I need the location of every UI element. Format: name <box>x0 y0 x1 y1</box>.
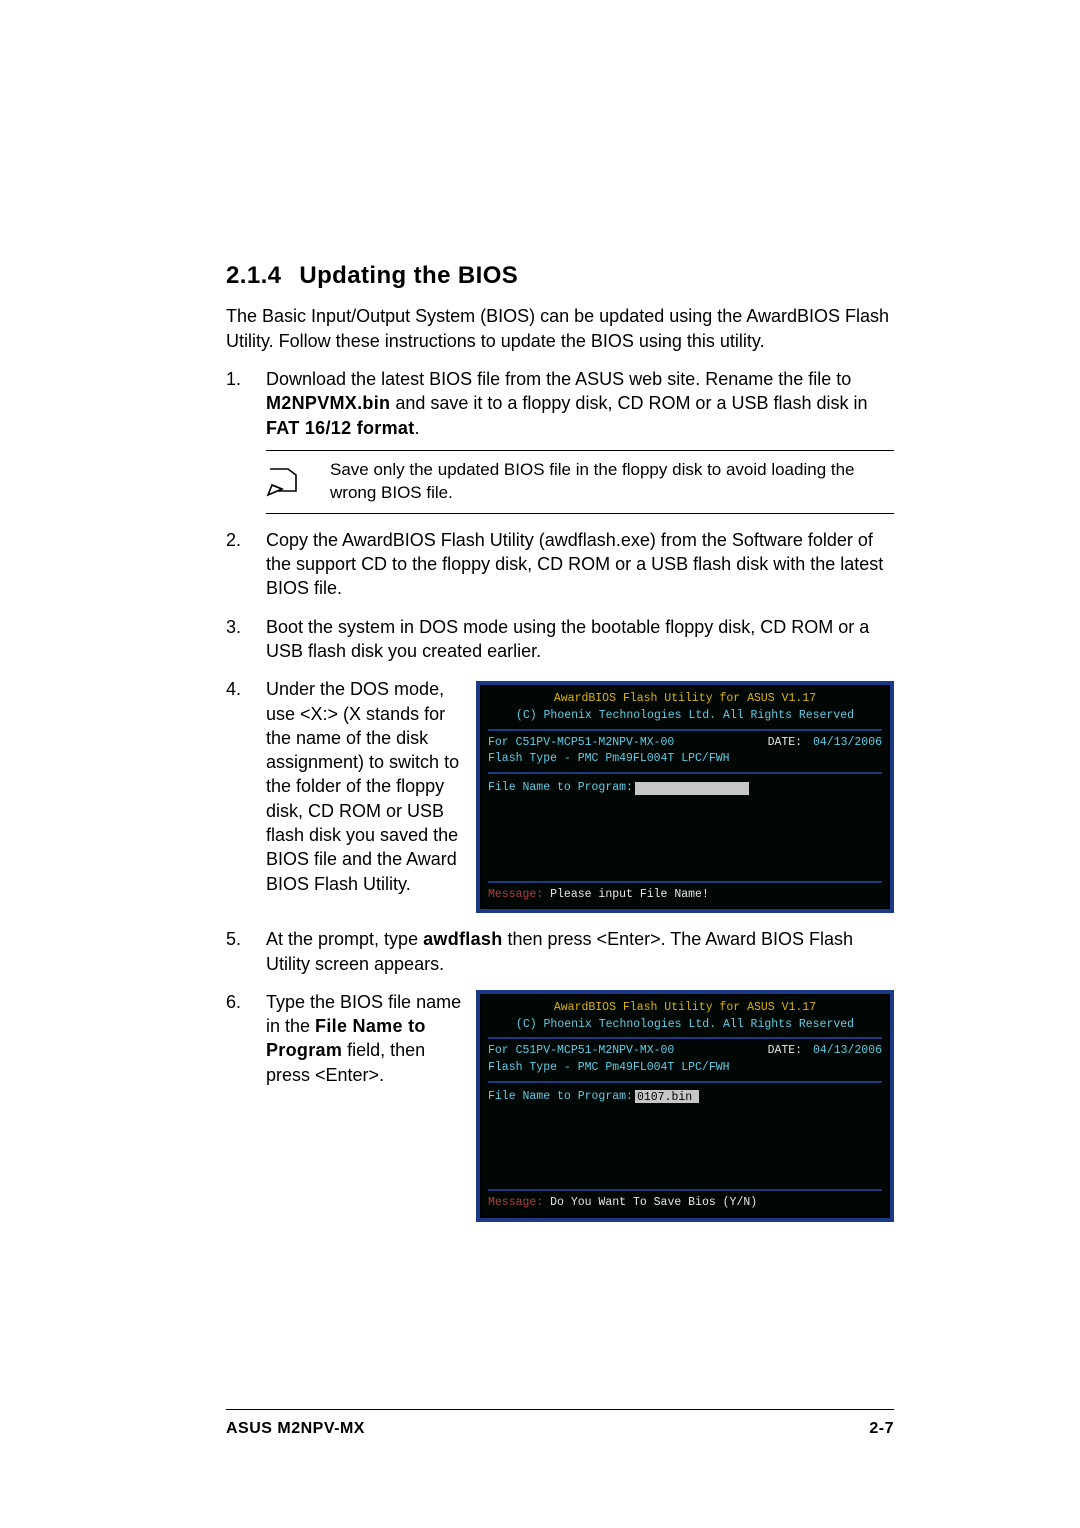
step-5: At the prompt, type awdflash then press … <box>226 927 894 976</box>
step-3: Boot the system in DOS mode using the bo… <box>226 615 894 664</box>
bios-msg-label: Message: <box>488 888 543 901</box>
bios-flash-type: Flash Type - PMC Pm49FL004T LPC/FWH <box>488 1060 882 1083</box>
step-text: and save it to a floppy disk, CD ROM or … <box>390 393 867 413</box>
note-text: Save only the updated BIOS file in the f… <box>330 459 894 505</box>
intro-paragraph: The Basic Input/Output System (BIOS) can… <box>226 304 894 353</box>
note-box: Save only the updated BIOS file in the f… <box>266 450 894 514</box>
bios-msg-text: Do You Want To Save Bios (Y/N) <box>550 1196 757 1209</box>
bios-filename-input[interactable] <box>635 782 749 795</box>
footer-right: 2-7 <box>869 1418 894 1440</box>
bios-copyright: (C) Phoenix Technologies Ltd. All Rights… <box>488 1017 882 1040</box>
section-heading: 2.1.4 Updating the BIOS <box>226 260 894 292</box>
bios-copyright: (C) Phoenix Technologies Ltd. All Rights… <box>488 708 882 731</box>
note-icon <box>266 465 306 499</box>
bios-filename: M2NPVMX.bin <box>266 393 390 413</box>
step-text: Download the latest BIOS file from the A… <box>266 369 851 389</box>
bios-field-label: File Name to Program: <box>488 1089 633 1106</box>
step-text: At the prompt, type <box>266 929 423 949</box>
step-text: Copy the AwardBIOS Flash Utility (awdfla… <box>266 530 883 599</box>
bios-screenshot-1: AwardBIOS Flash Utility for ASUS V1.17 (… <box>476 681 894 913</box>
bios-title: AwardBIOS Flash Utility for ASUS V1.17 <box>488 691 882 708</box>
section-title: Updating the BIOS <box>299 262 518 289</box>
page-footer: ASUS M2NPV-MX 2-7 <box>226 1409 894 1440</box>
bios-date: 04/13/2006 <box>813 1044 882 1057</box>
bios-for: For C51PV-MCP51-M2NPV-MX-00 <box>488 1043 674 1060</box>
step-1: Download the latest BIOS file from the A… <box>226 367 894 514</box>
bios-msg-text: Please input File Name! <box>550 888 709 901</box>
bios-msg-label: Message: <box>488 1196 543 1209</box>
bios-date-label: DATE: <box>768 1044 803 1057</box>
bios-date-label: DATE: <box>768 736 803 749</box>
bios-field-label: File Name to Program: <box>488 780 633 797</box>
section-number: 2.1.4 <box>226 262 281 289</box>
bios-title: AwardBIOS Flash Utility for ASUS V1.17 <box>488 1000 882 1017</box>
step-text: Boot the system in DOS mode using the bo… <box>266 617 869 661</box>
step-2: Copy the AwardBIOS Flash Utility (awdfla… <box>226 528 894 601</box>
bios-flash-type: Flash Type - PMC Pm49FL004T LPC/FWH <box>488 751 882 774</box>
bios-for: For C51PV-MCP51-M2NPV-MX-00 <box>488 735 674 752</box>
step-4: Under the DOS mode, use <X:> (X stands f… <box>226 677 894 913</box>
step-6: Type the BIOS file name in the File Name… <box>226 990 894 1222</box>
bios-date: 04/13/2006 <box>813 736 882 749</box>
footer-left: ASUS M2NPV-MX <box>226 1418 365 1440</box>
fat-format: FAT 16/12 format <box>266 418 415 438</box>
awdflash-cmd: awdflash <box>423 929 502 949</box>
bios-screenshot-2: AwardBIOS Flash Utility for ASUS V1.17 (… <box>476 990 894 1222</box>
bios-filename-input[interactable]: 0107.bin <box>635 1090 699 1103</box>
step-text: Under the DOS mode, use <X:> (X stands f… <box>266 677 466 896</box>
step-text: . <box>415 418 420 438</box>
